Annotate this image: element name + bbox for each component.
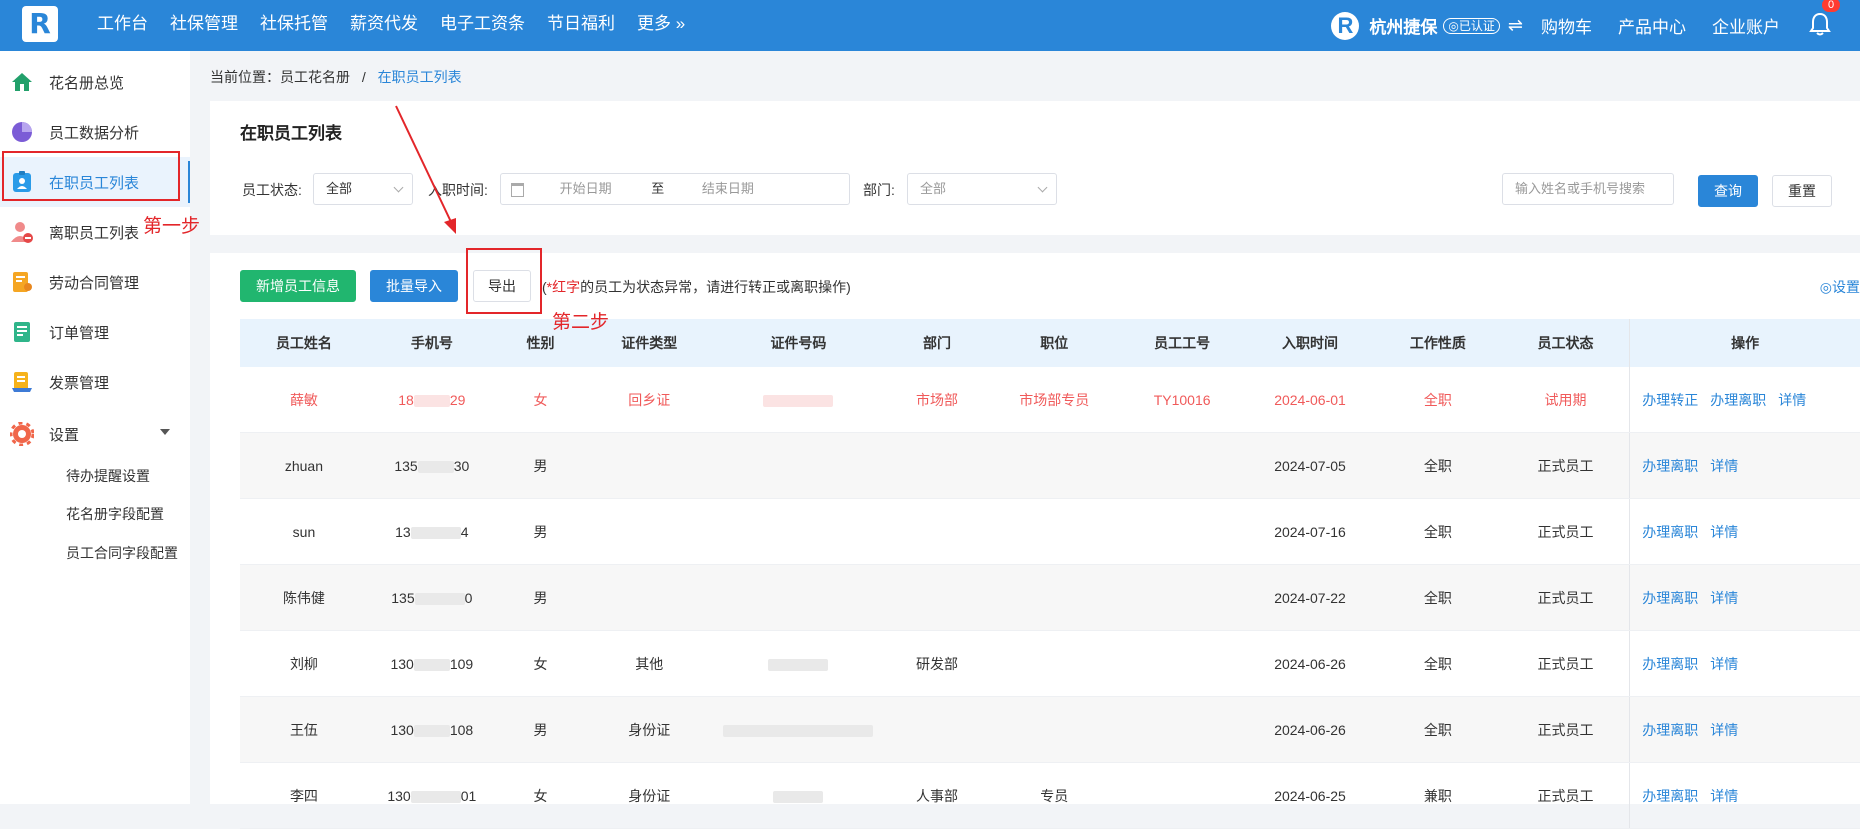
step2-annotation: 第二步 — [552, 311, 610, 333]
step2-arrow-head — [444, 218, 456, 234]
step2-arrow-overlay — [395, 105, 456, 234]
step2-arrow-line — [395, 105, 453, 225]
step2-highlight-box — [466, 248, 542, 314]
